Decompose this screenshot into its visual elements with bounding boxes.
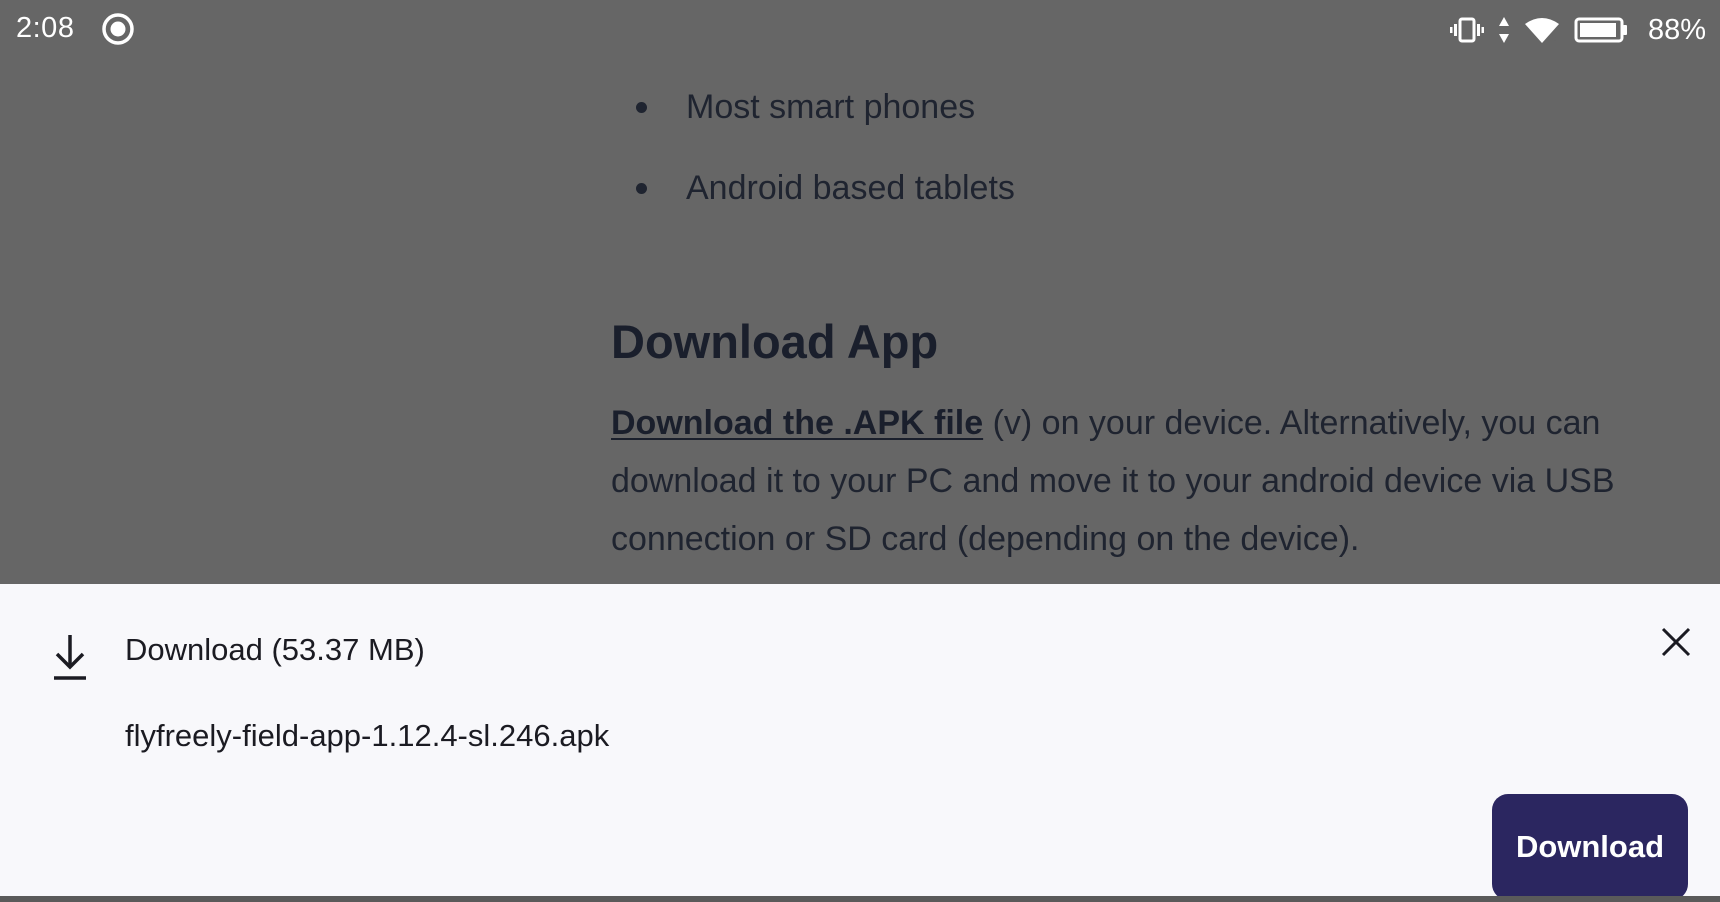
download-icon bbox=[54, 635, 86, 680]
screen-record-icon bbox=[102, 13, 134, 45]
navigation-bar bbox=[0, 896, 1720, 902]
svg-text:6: 6 bbox=[1551, 34, 1557, 44]
close-icon[interactable] bbox=[1654, 620, 1698, 664]
web-page-background: 2:08 6 88% Most smart phones Android bas… bbox=[0, 0, 1720, 584]
download-paragraph: Download the .APK file (v) on your devic… bbox=[611, 394, 1671, 568]
download-bottom-sheet: Download (53.37 MB) flyfreely-field-app-… bbox=[0, 584, 1720, 900]
section-heading: Download App bbox=[611, 315, 939, 368]
status-icons: 6 88% bbox=[1449, 10, 1706, 50]
vibrate-icon bbox=[1449, 17, 1484, 43]
bullet-dot bbox=[636, 183, 647, 194]
page-content: Most smart phones Android based tablets … bbox=[611, 64, 1671, 558]
battery-percent: 88% bbox=[1647, 13, 1706, 46]
bullet-dot bbox=[636, 102, 647, 113]
data-arrows-icon bbox=[1498, 17, 1509, 43]
download-button[interactable]: Download bbox=[1492, 794, 1688, 900]
screen: 2:08 6 88% Most smart phones Android bas… bbox=[0, 0, 1720, 902]
list-item-text: Android based tablets bbox=[686, 169, 1015, 207]
download-size-title: Download (53.37 MB) bbox=[125, 632, 425, 667]
battery-icon bbox=[1574, 17, 1627, 43]
apk-download-link[interactable]: Download the .APK file bbox=[611, 404, 983, 442]
download-filename: flyfreely-field-app-1.12.4-sl.246.apk bbox=[125, 718, 610, 753]
list-item-text: Most smart phones bbox=[686, 88, 976, 126]
list-item: Most smart phones bbox=[611, 64, 1671, 145]
status-time: 2:08 bbox=[16, 12, 75, 44]
status-bar: 2:08 6 88% bbox=[0, 0, 1720, 64]
device-list: Most smart phones Android based tablets bbox=[611, 64, 1671, 226]
wifi-icon: 6 bbox=[1524, 18, 1559, 44]
list-item: Android based tablets bbox=[611, 145, 1671, 226]
